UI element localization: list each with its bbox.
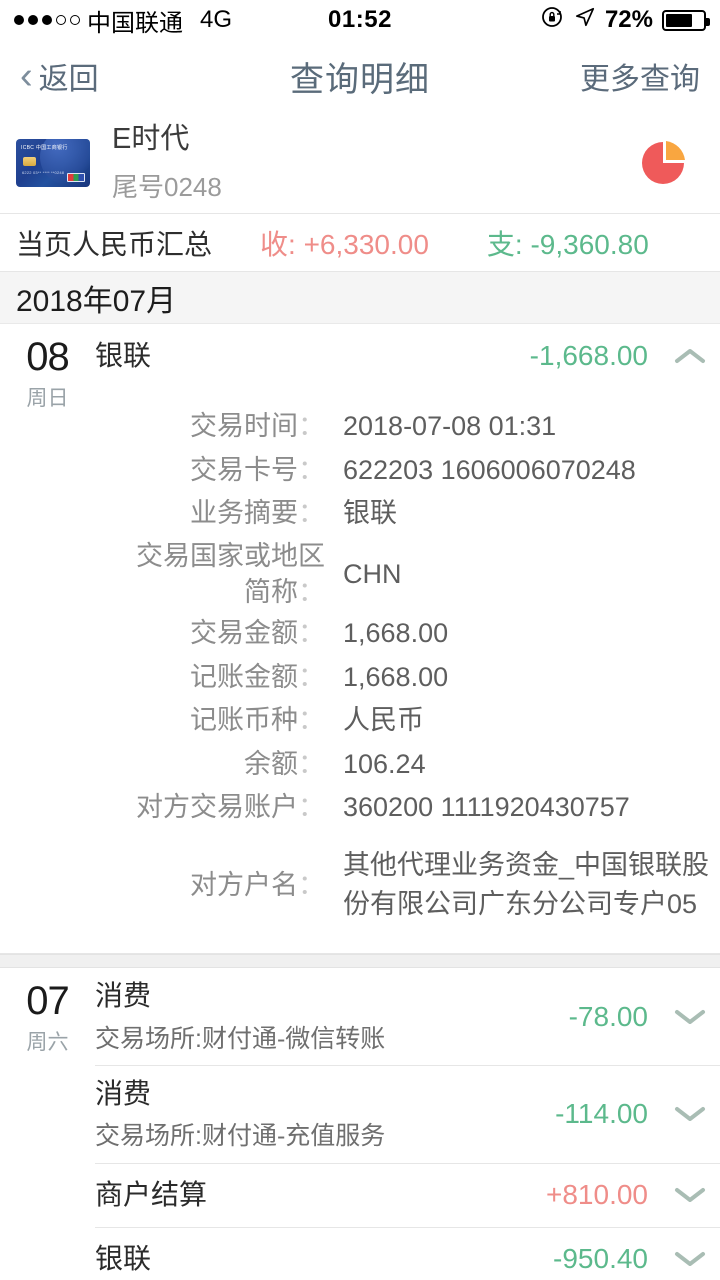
detail-row: 业务摘要： 银联 (95, 493, 720, 534)
detail-label: 对方交易账户： (136, 792, 325, 823)
chevron-down-icon[interactable] (670, 1185, 710, 1205)
detail-label: 交易金额： (190, 618, 325, 649)
day-group: 07 周六 消费 交易场所:财付通-微信转账 -78.00 消费 交易场所:财付… (0, 968, 720, 1280)
transaction-title: 消费 (95, 1078, 152, 1110)
detail-row: 交易卡号： 622203 1606006070248 (95, 450, 720, 491)
transaction-title: 消费 (95, 980, 152, 1012)
detail-value: 人民币 (343, 705, 424, 736)
transaction-main: 消费 交易场所:财付通-充值服务 (95, 1076, 555, 1153)
day-group: 08 周日 银联 -1,668.00 交易时间： 2018-07-08 01:3… (0, 324, 720, 955)
card-chip-icon (23, 156, 36, 166)
detail-label: 余额： (244, 748, 325, 779)
card-header[interactable]: ICBC 中国工商银行 6222 03** **** **0248 E时代 尾号… (0, 112, 720, 214)
transaction-row[interactable]: 银联 -950.40 (95, 1226, 720, 1280)
transaction-row[interactable]: 消费 交易场所:财付通-充值服务 -114.00 (95, 1065, 720, 1163)
app-screen: 中国联通 4G 01:52 72% ‹ 返回 查询明细 更多查询 ICBC 中国… (0, 0, 720, 1280)
transaction-amount: -1,668.00 (529, 340, 648, 371)
detail-value: 360200 1111920430757 (343, 792, 630, 823)
day-weekday: 周日 (26, 387, 69, 410)
page-summary-row: 当页人民币汇总 收: +6,330.00 支: -9,360.80 (0, 214, 720, 272)
detail-row: 交易国家或地区 简称： CHN (95, 538, 720, 611)
detail-row: 记账币种： 人民币 (95, 700, 720, 741)
day-transactions: 银联 -1,668.00 交易时间： 2018-07-08 01:31 交易卡号… (95, 324, 720, 954)
detail-row: 对方户名： 其他代理业务资金_中国银联股份有限公司广东分公司专户05 (95, 846, 720, 924)
transaction-title: 商户结算 (95, 1179, 208, 1211)
transaction-main: 消费 交易场所:财付通-微信转账 (95, 978, 569, 1055)
detail-row: 记账金额： 1,668.00 (95, 657, 720, 698)
card-name-label: E时代 (112, 123, 190, 156)
detail-row: 对方交易账户： 360200 1111920430757 (95, 787, 720, 828)
day-number: 08 (26, 335, 70, 379)
transaction-title: 银联 (95, 1243, 152, 1275)
detail-label: 记账金额： (190, 661, 325, 692)
transaction-main: 商户结算 (95, 1177, 546, 1213)
day-column: 07 周六 (0, 968, 95, 1280)
detail-label: 业务摘要： (190, 498, 325, 528)
day-transactions: 消费 交易场所:财付通-微信转账 -78.00 消费 交易场所:财付通-充值服务… (95, 968, 720, 1280)
transaction-title: 银联 (95, 339, 152, 371)
detail-row: 交易时间： 2018-07-08 01:31 (95, 406, 720, 447)
detail-value: 其他代理业务资金_中国银联股份有限公司广东分公司专户05 (343, 849, 710, 920)
battery-icon (662, 9, 710, 31)
day-column: 08 周日 (0, 324, 95, 953)
more-query-button[interactable]: 更多查询 (580, 54, 700, 98)
detail-value: CHN (343, 558, 402, 589)
chevron-down-icon[interactable] (670, 1104, 710, 1124)
transaction-row[interactable]: 银联 -1,668.00 (95, 324, 720, 388)
detail-value: 1,668.00 (343, 661, 449, 692)
detail-label: 记账币种： (190, 705, 325, 736)
detail-value: 622203 1606006070248 (343, 454, 636, 485)
detail-value: 银联 (343, 498, 397, 528)
navigation-bar: ‹ 返回 查询明细 更多查询 (0, 40, 720, 112)
detail-label: 交易时间： (190, 411, 325, 441)
detail-value: 2018-07-08 01:31 (343, 411, 557, 441)
chevron-down-icon[interactable] (670, 1249, 710, 1269)
status-bar-right: 72% (541, 5, 710, 36)
summary-expense: 支: -9,360.80 (486, 228, 649, 260)
transaction-detail-panel: 交易时间： 2018-07-08 01:31 交易卡号： 622203 1606… (95, 388, 720, 954)
day-number: 07 (26, 979, 70, 1024)
card-stripe-icon (67, 172, 85, 182)
summary-income: 收: +6,330.00 (260, 228, 429, 260)
battery-percent-label: 72% (604, 6, 653, 33)
detail-row: 余额： 106.24 (95, 744, 720, 785)
chevron-down-icon[interactable] (670, 1007, 710, 1027)
transaction-amount: +810.00 (546, 1179, 648, 1211)
detail-value: 1,668.00 (343, 618, 449, 649)
lock-rotation-icon (541, 5, 565, 36)
pie-chart-icon[interactable] (636, 136, 690, 190)
back-button-label: 返回 (38, 63, 99, 96)
transaction-main: 银联 (95, 338, 530, 374)
transaction-row[interactable]: 消费 交易场所:财付通-微信转账 -78.00 (95, 968, 720, 1065)
transaction-amount: -950.40 (553, 1243, 648, 1275)
location-arrow-icon (574, 6, 596, 35)
status-bar: 中国联通 4G 01:52 72% (0, 0, 720, 40)
day-weekday: 周六 (26, 1031, 69, 1055)
detail-label: 对方户名： (190, 869, 325, 900)
detail-row: 交易金额： 1,668.00 (95, 613, 720, 654)
month-header: 2018年07月 (0, 272, 720, 324)
chevron-up-icon[interactable] (670, 346, 710, 366)
transaction-subtitle: 交易场所:财付通-微信转账 (95, 1024, 386, 1053)
transaction-subtitle: 交易场所:财付通-充值服务 (95, 1122, 386, 1151)
card-tail-label: 尾号0248 (112, 171, 222, 202)
bank-card-icon: ICBC 中国工商银行 6222 03** **** **0248 (16, 138, 90, 187)
detail-value: 106.24 (343, 748, 426, 779)
transaction-amount: -114.00 (555, 1098, 648, 1130)
back-button[interactable]: ‹ 返回 (20, 54, 99, 98)
card-brand-label: ICBC 中国工商银行 (21, 144, 68, 151)
card-info: E时代 尾号0248 (112, 121, 222, 203)
card-number-label: 6222 03** **** **0248 (22, 169, 65, 175)
transaction-row[interactable]: 商户结算 +810.00 (95, 1162, 720, 1227)
transaction-amount: -78.00 (568, 1000, 648, 1032)
group-divider (0, 954, 720, 969)
summary-label: 当页人民币汇总 (16, 228, 213, 260)
transaction-main: 银联 (95, 1241, 553, 1277)
detail-label: 交易卡号： (190, 454, 325, 485)
detail-label: 交易国家或地区 简称： (136, 540, 325, 607)
chevron-left-icon: ‹ (20, 55, 33, 97)
